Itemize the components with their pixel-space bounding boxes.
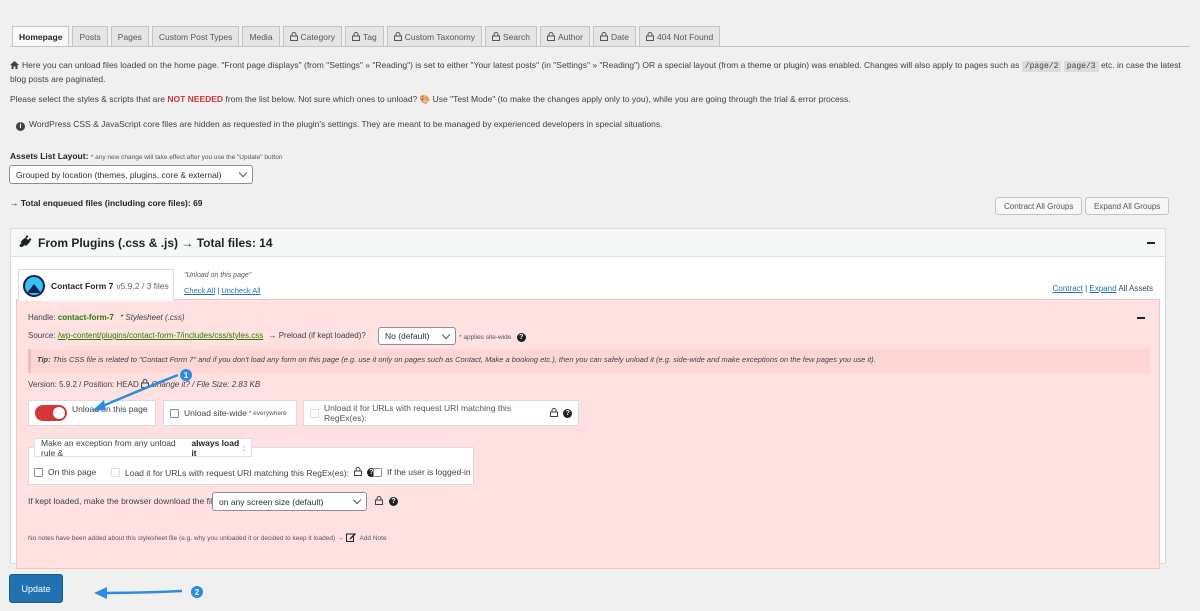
plugin-meta: v5.9.2 / 3 files [116, 280, 169, 291]
step-badge-1: 1 [180, 369, 192, 381]
arrow-1 [97, 373, 179, 410]
step-badge-2: 2 [191, 586, 203, 598]
arrow-2 [103, 589, 183, 595]
plugin-tab-contact-form-7[interactable]: Contact Form 7 v5.9.2 / 3 files [18, 269, 174, 301]
annotation-arrows [92, 373, 183, 599]
contact-form-7-logo [23, 274, 45, 297]
plugin-name: Contact Form 7 [51, 280, 114, 291]
arrow-2-head [94, 587, 107, 599]
arrow-1-head [92, 400, 106, 411]
